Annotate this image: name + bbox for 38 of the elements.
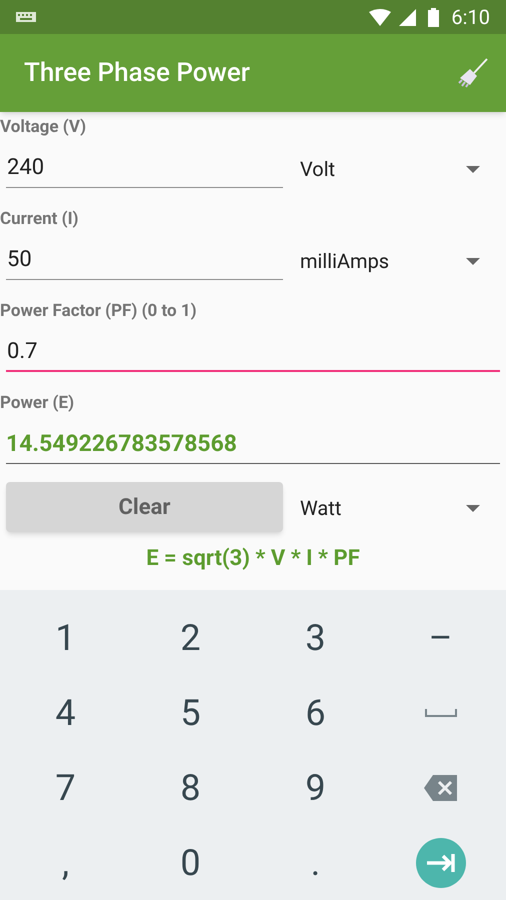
dropdown-caret-icon [466, 166, 480, 172]
formula-text: E = sqrt(3) * V * I * PF [145, 545, 361, 573]
battery-icon [428, 8, 440, 26]
dropdown-caret-icon [466, 504, 480, 512]
field-label: Power (E) [0, 392, 76, 415]
wifi-icon [369, 8, 392, 26]
dropdown-caret-icon [466, 258, 480, 264]
backspace-icon[interactable] [424, 774, 458, 800]
keyboard-key[interactable]: , [54, 836, 78, 890]
keyboard-key[interactable]: 7 [47, 760, 84, 814]
keyboard-key[interactable]: 2 [172, 610, 209, 664]
unit-dropdown[interactable]: Watt [283, 488, 506, 528]
unit-dropdown[interactable]: Volt [283, 149, 506, 189]
field-label: Voltage (V) [0, 116, 88, 139]
unit-dropdown[interactable]: milliAmps [283, 241, 506, 281]
keyboard-key[interactable]: . [302, 836, 328, 890]
keyboard-key[interactable]: 6 [297, 686, 334, 740]
keyboard-key[interactable]: 5 [172, 686, 209, 740]
keyboard-key[interactable]: 8 [172, 760, 209, 814]
input-field[interactable]: 50 [6, 240, 283, 280]
keyboard-key[interactable]: 4 [47, 686, 84, 740]
keyboard-key[interactable]: 1 [47, 610, 84, 664]
input-field[interactable]: 240 [6, 148, 283, 188]
field-label: Power Factor (PF) (0 to 1) [0, 300, 198, 323]
keyboard-icon [16, 12, 36, 22]
app-title: Three Phase Power [24, 56, 251, 90]
clear-button[interactable]: Clear [6, 482, 283, 532]
result-value: 14.549226783578568 [6, 424, 500, 464]
space-key-icon[interactable] [424, 708, 456, 716]
signal-icon [399, 8, 416, 26]
keyboard-key[interactable]: – [420, 610, 460, 664]
keyboard-key[interactable]: 0 [172, 836, 209, 890]
keyboard-key[interactable]: 9 [297, 760, 334, 814]
status-time: 6:10 [451, 4, 490, 31]
next-key-icon[interactable] [416, 838, 466, 888]
keyboard-key[interactable]: 3 [297, 610, 334, 664]
input-field[interactable]: 0.7 [6, 332, 500, 372]
field-label: Current (I) [0, 208, 80, 231]
